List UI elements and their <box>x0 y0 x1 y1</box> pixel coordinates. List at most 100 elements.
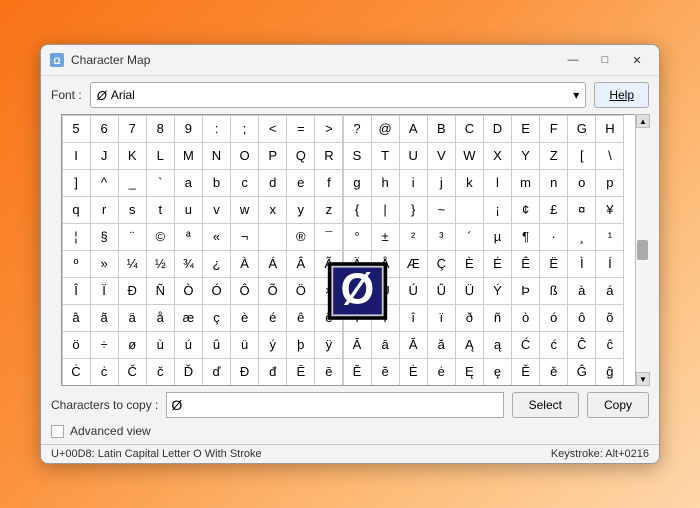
char-cell[interactable]: ~ <box>427 196 456 224</box>
char-cell[interactable]: û <box>202 331 231 359</box>
char-cell[interactable]: ò <box>511 304 540 332</box>
char-cell[interactable]: 6 <box>90 115 119 143</box>
char-cell[interactable]: ė <box>427 358 456 386</box>
char-cell[interactable]: I <box>62 142 91 170</box>
char-cell[interactable]: Õ <box>258 277 287 305</box>
char-cell[interactable]: ě <box>539 358 568 386</box>
char-cell[interactable]: ÿ <box>314 331 343 359</box>
char-cell[interactable]: ă <box>427 331 456 359</box>
char-cell[interactable]: C <box>455 115 484 143</box>
char-cell[interactable]: Ô <box>230 277 259 305</box>
char-cell[interactable]: s <box>118 196 147 224</box>
char-cell[interactable]: Ė <box>399 358 428 386</box>
char-cell[interactable]: { <box>343 196 372 224</box>
char-cell[interactable]: â <box>62 304 91 332</box>
char-cell[interactable]: n <box>539 169 568 197</box>
char-cell[interactable]: é <box>258 304 287 332</box>
char-cell[interactable]: Ĉ <box>567 331 596 359</box>
char-cell[interactable]: ï <box>427 304 456 332</box>
char-cell[interactable]: \ <box>595 142 624 170</box>
char-cell[interactable]: õ <box>595 304 624 332</box>
help-button[interactable]: Help <box>594 82 649 108</box>
char-cell[interactable]: z <box>314 196 343 224</box>
char-cell[interactable]: Ċ <box>62 358 91 386</box>
char-cell[interactable]: Q <box>286 142 315 170</box>
char-cell[interactable]: ¼ <box>118 250 147 278</box>
char-cell[interactable]: Ü <box>455 277 484 305</box>
char-cell[interactable]: i <box>399 169 428 197</box>
char-cell[interactable]: ¢ <box>511 196 540 224</box>
char-cell[interactable]: m <box>511 169 540 197</box>
char-cell[interactable]: X <box>483 142 512 170</box>
char-cell[interactable]: ¸ <box>567 223 596 251</box>
char-cell[interactable]: è <box>230 304 259 332</box>
char-cell[interactable]: « <box>202 223 231 251</box>
char-cell[interactable]: ó <box>539 304 568 332</box>
char-cell[interactable]: © <box>146 223 175 251</box>
char-cell[interactable]: o <box>567 169 596 197</box>
char-cell[interactable]: ¤ <box>567 196 596 224</box>
char-cell[interactable]: Î <box>62 277 91 305</box>
char-cell[interactable]: É <box>483 250 512 278</box>
char-cell[interactable]: N <box>202 142 231 170</box>
char-cell[interactable]: @ <box>371 115 400 143</box>
char-cell[interactable]: 7 <box>118 115 147 143</box>
char-cell[interactable]: ý <box>258 331 287 359</box>
char-cell[interactable]: ú <box>174 331 203 359</box>
scrollbar-thumb[interactable] <box>637 240 648 260</box>
advanced-view-checkbox[interactable] <box>51 425 64 438</box>
char-cell[interactable]: Ć <box>511 331 540 359</box>
char-cell[interactable]: ē <box>314 358 343 386</box>
char-cell[interactable]: L <box>146 142 175 170</box>
char-cell[interactable]: ć <box>539 331 568 359</box>
char-cell[interactable]: 8 <box>146 115 175 143</box>
char-cell[interactable]: = <box>286 115 315 143</box>
char-cell[interactable]: ¶ <box>511 223 540 251</box>
char-cell[interactable]: B <box>427 115 456 143</box>
char-cell[interactable] <box>455 196 484 224</box>
char-cell[interactable]: Â <box>286 250 315 278</box>
char-cell[interactable]: _ <box>118 169 147 197</box>
char-cell[interactable]: | <box>371 196 400 224</box>
char-cell[interactable]: ô <box>567 304 596 332</box>
char-cell[interactable]: Ĝ <box>567 358 596 386</box>
char-cell[interactable]: Ø <box>331 265 383 315</box>
char-cell[interactable]: ¦ <box>62 223 91 251</box>
char-cell[interactable]: Ë <box>539 250 568 278</box>
char-cell[interactable]: ę <box>483 358 512 386</box>
scrollbar[interactable]: ▲ ▼ <box>635 114 649 386</box>
char-cell[interactable]: Ď <box>174 358 203 386</box>
char-cell[interactable]: c <box>230 169 259 197</box>
char-cell[interactable]: } <box>399 196 428 224</box>
char-cell[interactable]: w <box>230 196 259 224</box>
char-cell[interactable]: ? <box>343 115 372 143</box>
char-cell[interactable]: Ĕ <box>343 358 372 386</box>
char-cell[interactable]: ; <box>230 115 259 143</box>
char-cell[interactable]: Ï <box>90 277 119 305</box>
char-cell[interactable]: Ą <box>455 331 484 359</box>
char-cell[interactable]: Ö <box>286 277 315 305</box>
char-cell[interactable]: S <box>343 142 372 170</box>
char-cell[interactable]: E <box>511 115 540 143</box>
char-cell[interactable]: đ <box>258 358 287 386</box>
char-cell[interactable]: d <box>258 169 287 197</box>
char-cell[interactable]: Ý <box>483 277 512 305</box>
char-cell[interactable]: > <box>314 115 343 143</box>
char-cell[interactable]: Č <box>118 358 147 386</box>
char-cell[interactable]: ½ <box>146 250 175 278</box>
char-cell[interactable]: ¿ <box>202 250 231 278</box>
char-cell[interactable]: ¹ <box>595 223 624 251</box>
chars-to-copy-input[interactable] <box>166 392 503 418</box>
char-cell[interactable]: å <box>146 304 175 332</box>
char-cell[interactable]: ď <box>202 358 231 386</box>
char-cell[interactable]: W <box>455 142 484 170</box>
char-cell[interactable]: ä <box>118 304 147 332</box>
char-cell[interactable]: ] <box>62 169 91 197</box>
char-cell[interactable]: ^ <box>90 169 119 197</box>
char-cell[interactable]: Đ <box>230 358 259 386</box>
char-cell[interactable]: r <box>90 196 119 224</box>
close-button[interactable]: ✕ <box>623 51 651 69</box>
char-cell[interactable]: ÷ <box>90 331 119 359</box>
char-cell[interactable]: · <box>539 223 568 251</box>
char-cell[interactable]: b <box>202 169 231 197</box>
